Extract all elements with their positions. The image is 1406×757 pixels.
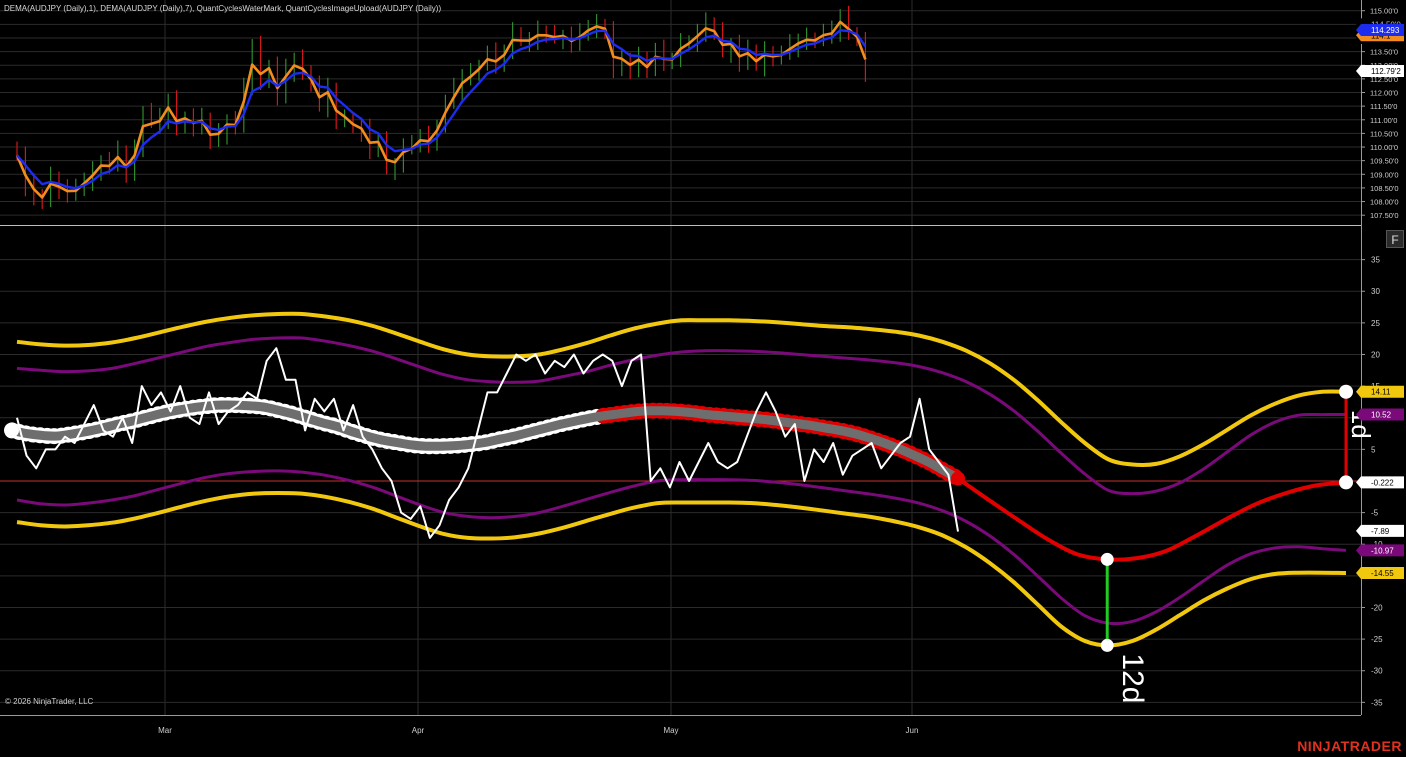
dema-fast-flag: 114.293 [1356, 23, 1404, 36]
osc-tick-label: 35 [1371, 256, 1380, 265]
cycle-start-dot [5, 423, 19, 438]
last-price-flag-text: 112.79'2 [1371, 67, 1401, 76]
cycle-center-line [7, 400, 963, 483]
price-tick-label: 110.50'0 [1370, 129, 1398, 138]
oscillator-flag-text: -7.89 [1371, 527, 1390, 536]
osc-tick-label: 30 [1371, 287, 1380, 296]
projection-flag: -0.222 [1356, 476, 1404, 489]
osc-tick-label: 20 [1371, 350, 1380, 359]
cycle-end-dot [951, 471, 965, 486]
lower-outer-band [16, 490, 1347, 648]
upper-inner-flag: 10.52 [1356, 408, 1404, 421]
brand-logo: NINJATRADER [1297, 738, 1402, 754]
lower-outer-flag-text: -14.55 [1371, 569, 1394, 578]
x-tick-label: Jun [906, 726, 919, 735]
cycle-length-label: 12d [1116, 653, 1149, 703]
price-tick-label: 108.50'0 [1370, 184, 1399, 193]
lower-inner-flag-text: -10.97 [1371, 546, 1394, 555]
x-tick-label: May [663, 726, 678, 735]
price-tick-label: 112.00'0 [1370, 89, 1398, 98]
f-button[interactable]: F [1386, 230, 1404, 248]
osc-tick-label: -25 [1371, 635, 1383, 644]
lower-inner-flag: -10.97 [1356, 544, 1404, 557]
last-price-flag: 112.79'2 [1356, 64, 1404, 77]
price-tick-label: 108.00'0 [1370, 198, 1399, 207]
right-bottom-dot [1339, 475, 1353, 490]
price-tick-label: 111.00'0 [1370, 116, 1397, 125]
price-tick-label: 111.50'0 [1370, 102, 1397, 111]
x-tick-label: Mar [158, 726, 172, 735]
osc-tick-label: 5 [1371, 445, 1376, 454]
grid-lines [0, 0, 1361, 715]
chart-canvas: 12d1d MarAprMayJun115.00'0114.50'0114.00… [0, 0, 1404, 735]
price-tick-label: 107.50'0 [1370, 211, 1399, 220]
oscillator-flag: -7.89 [1356, 524, 1404, 537]
osc-tick-label: -20 [1371, 603, 1383, 612]
upper-outer-flag: 14.11 [1356, 385, 1404, 398]
copyright-text: © 2026 NinjaTrader, LLC [5, 697, 94, 706]
price-tick-label: 113.50'0 [1370, 48, 1398, 57]
x-tick-label: Apr [412, 726, 425, 735]
osc-tick-label: -35 [1371, 698, 1383, 707]
trough-dot [1100, 552, 1114, 566]
right-top-dot [1339, 384, 1353, 399]
dema-fast-flag-text: 114.293 [1371, 26, 1400, 35]
price-tick-label: 109.00'0 [1370, 170, 1399, 179]
panel-frames [0, 0, 1362, 716]
upper-outer-band [16, 311, 1347, 468]
osc-tick-label: -30 [1371, 667, 1383, 676]
osc-tick-label: 25 [1371, 319, 1380, 328]
osc-tick-label: -5 [1371, 509, 1379, 518]
projection-flag-text: -0.222 [1371, 478, 1394, 487]
trough-band-dot [1100, 638, 1114, 652]
price-tick-label: 110.00'0 [1370, 143, 1398, 152]
indicator-title: DEMA(AUDJPY (Daily),1), DEMA(AUDJPY (Dai… [4, 4, 442, 13]
upper-outer-flag-text: 14.11 [1371, 388, 1391, 397]
oscillator-panel: 12d1d [0, 311, 1376, 703]
price-tick-label: 109.50'0 [1370, 157, 1399, 166]
upper-inner-flag-text: 10.52 [1371, 410, 1392, 419]
lower-outer-flag: -14.55 [1356, 567, 1404, 580]
price-panel [15, 5, 867, 209]
price-tick-label: 115.00'0 [1370, 7, 1398, 16]
